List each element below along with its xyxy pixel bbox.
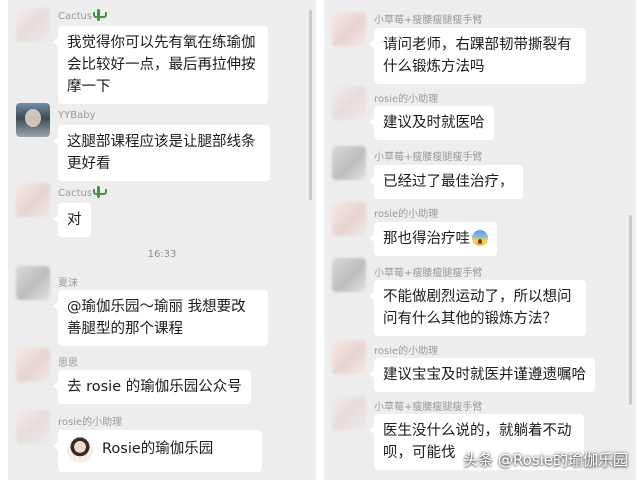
avatar[interactable] xyxy=(332,258,366,292)
right-chat-panel: 小草莓+瘦腰瘦腿瘦手臂 请问老师，右踝部韧带撕裂有什么锻炼方法吗 rosie的小… xyxy=(324,0,636,480)
watermark: 头条 @Rosie的瑜伽乐园 xyxy=(463,451,628,469)
avatar[interactable] xyxy=(16,103,50,137)
message-bubble[interactable]: 这腿部课程应该是让腿部线条更好看 xyxy=(53,125,270,181)
sender-name: 小草莓+瘦腰瘦腿瘦手臂 xyxy=(374,152,483,163)
message-bubble[interactable]: 那也得治疗哇 xyxy=(369,222,497,256)
sender-name: 思思 xyxy=(58,358,78,369)
sender-name: 小草莓+瘦腰瘦腿瘦手臂 xyxy=(374,402,483,413)
scrollbar[interactable] xyxy=(629,215,632,405)
message-bubble[interactable]: 去 rosie 的瑜伽乐园公众号 xyxy=(53,370,251,404)
sender-name: Cactus xyxy=(58,9,108,22)
avatar[interactable] xyxy=(332,396,366,430)
avatar[interactable] xyxy=(16,266,50,300)
message-bubble[interactable]: @瑜伽乐园～瑜丽 我想要改善腿型的那个课程 xyxy=(53,290,268,346)
panel-divider xyxy=(316,0,324,480)
sender-name: rosie的小助理 xyxy=(58,417,123,428)
sender-name: rosie的小助理 xyxy=(374,346,439,357)
message-bubble[interactable]: 请问老师，右踝部韧带撕裂有什么锻炼方法吗 xyxy=(369,28,586,84)
message-bubble[interactable]: 对 xyxy=(53,203,91,237)
message-bubble[interactable]: 不能做剧烈运动了，所以想问问有什么其他的锻炼方法？ xyxy=(369,280,586,336)
avatar[interactable] xyxy=(332,86,366,120)
avatar[interactable] xyxy=(16,8,50,42)
message-bubble[interactable]: 建议及时就医哈 xyxy=(369,106,494,140)
avatar[interactable] xyxy=(16,183,50,217)
sender-name: Cactus xyxy=(58,186,108,199)
scrollbar[interactable] xyxy=(309,10,312,200)
fearful-face-icon xyxy=(472,230,488,246)
avatar[interactable] xyxy=(16,410,50,444)
card-avatar xyxy=(67,437,93,463)
sender-name: 小草莓+瘦腰瘦腿瘦手臂 xyxy=(374,15,483,26)
message-bubble[interactable]: 已经过了最佳治疗， xyxy=(369,165,523,199)
avatar[interactable] xyxy=(332,340,366,374)
left-chat-panel: Cactus 我觉得你可以先有氧在练瑜伽会比较好一点，最后再拉伸按摩一下 YYB… xyxy=(8,0,316,480)
sender-name: rosie的小助理 xyxy=(374,94,439,105)
sender-name: 小草莓+瘦腰瘦腿瘦手臂 xyxy=(374,268,483,279)
message-bubble[interactable]: 建议宝宝及时就医并谨遵遗嘱哈 xyxy=(369,358,595,392)
shared-card[interactable]: Rosie的瑜伽乐园 xyxy=(53,430,262,472)
card-title: Rosie的瑜伽乐园 xyxy=(102,441,214,457)
chat-timestamp: 16:33 xyxy=(147,249,177,260)
cactus-icon xyxy=(93,186,108,198)
avatar[interactable] xyxy=(332,146,366,180)
avatar[interactable] xyxy=(332,12,366,46)
avatar[interactable] xyxy=(332,202,366,236)
message-bubble[interactable]: 我觉得你可以先有氧在练瑜伽会比较好一点，最后再拉伸按摩一下 xyxy=(53,26,268,104)
cactus-icon xyxy=(93,9,108,21)
sender-name: YYBaby xyxy=(58,110,96,121)
avatar[interactable] xyxy=(16,348,50,382)
sender-name: 夏沫 xyxy=(58,278,78,289)
sender-name: rosie的小助理 xyxy=(374,209,439,220)
